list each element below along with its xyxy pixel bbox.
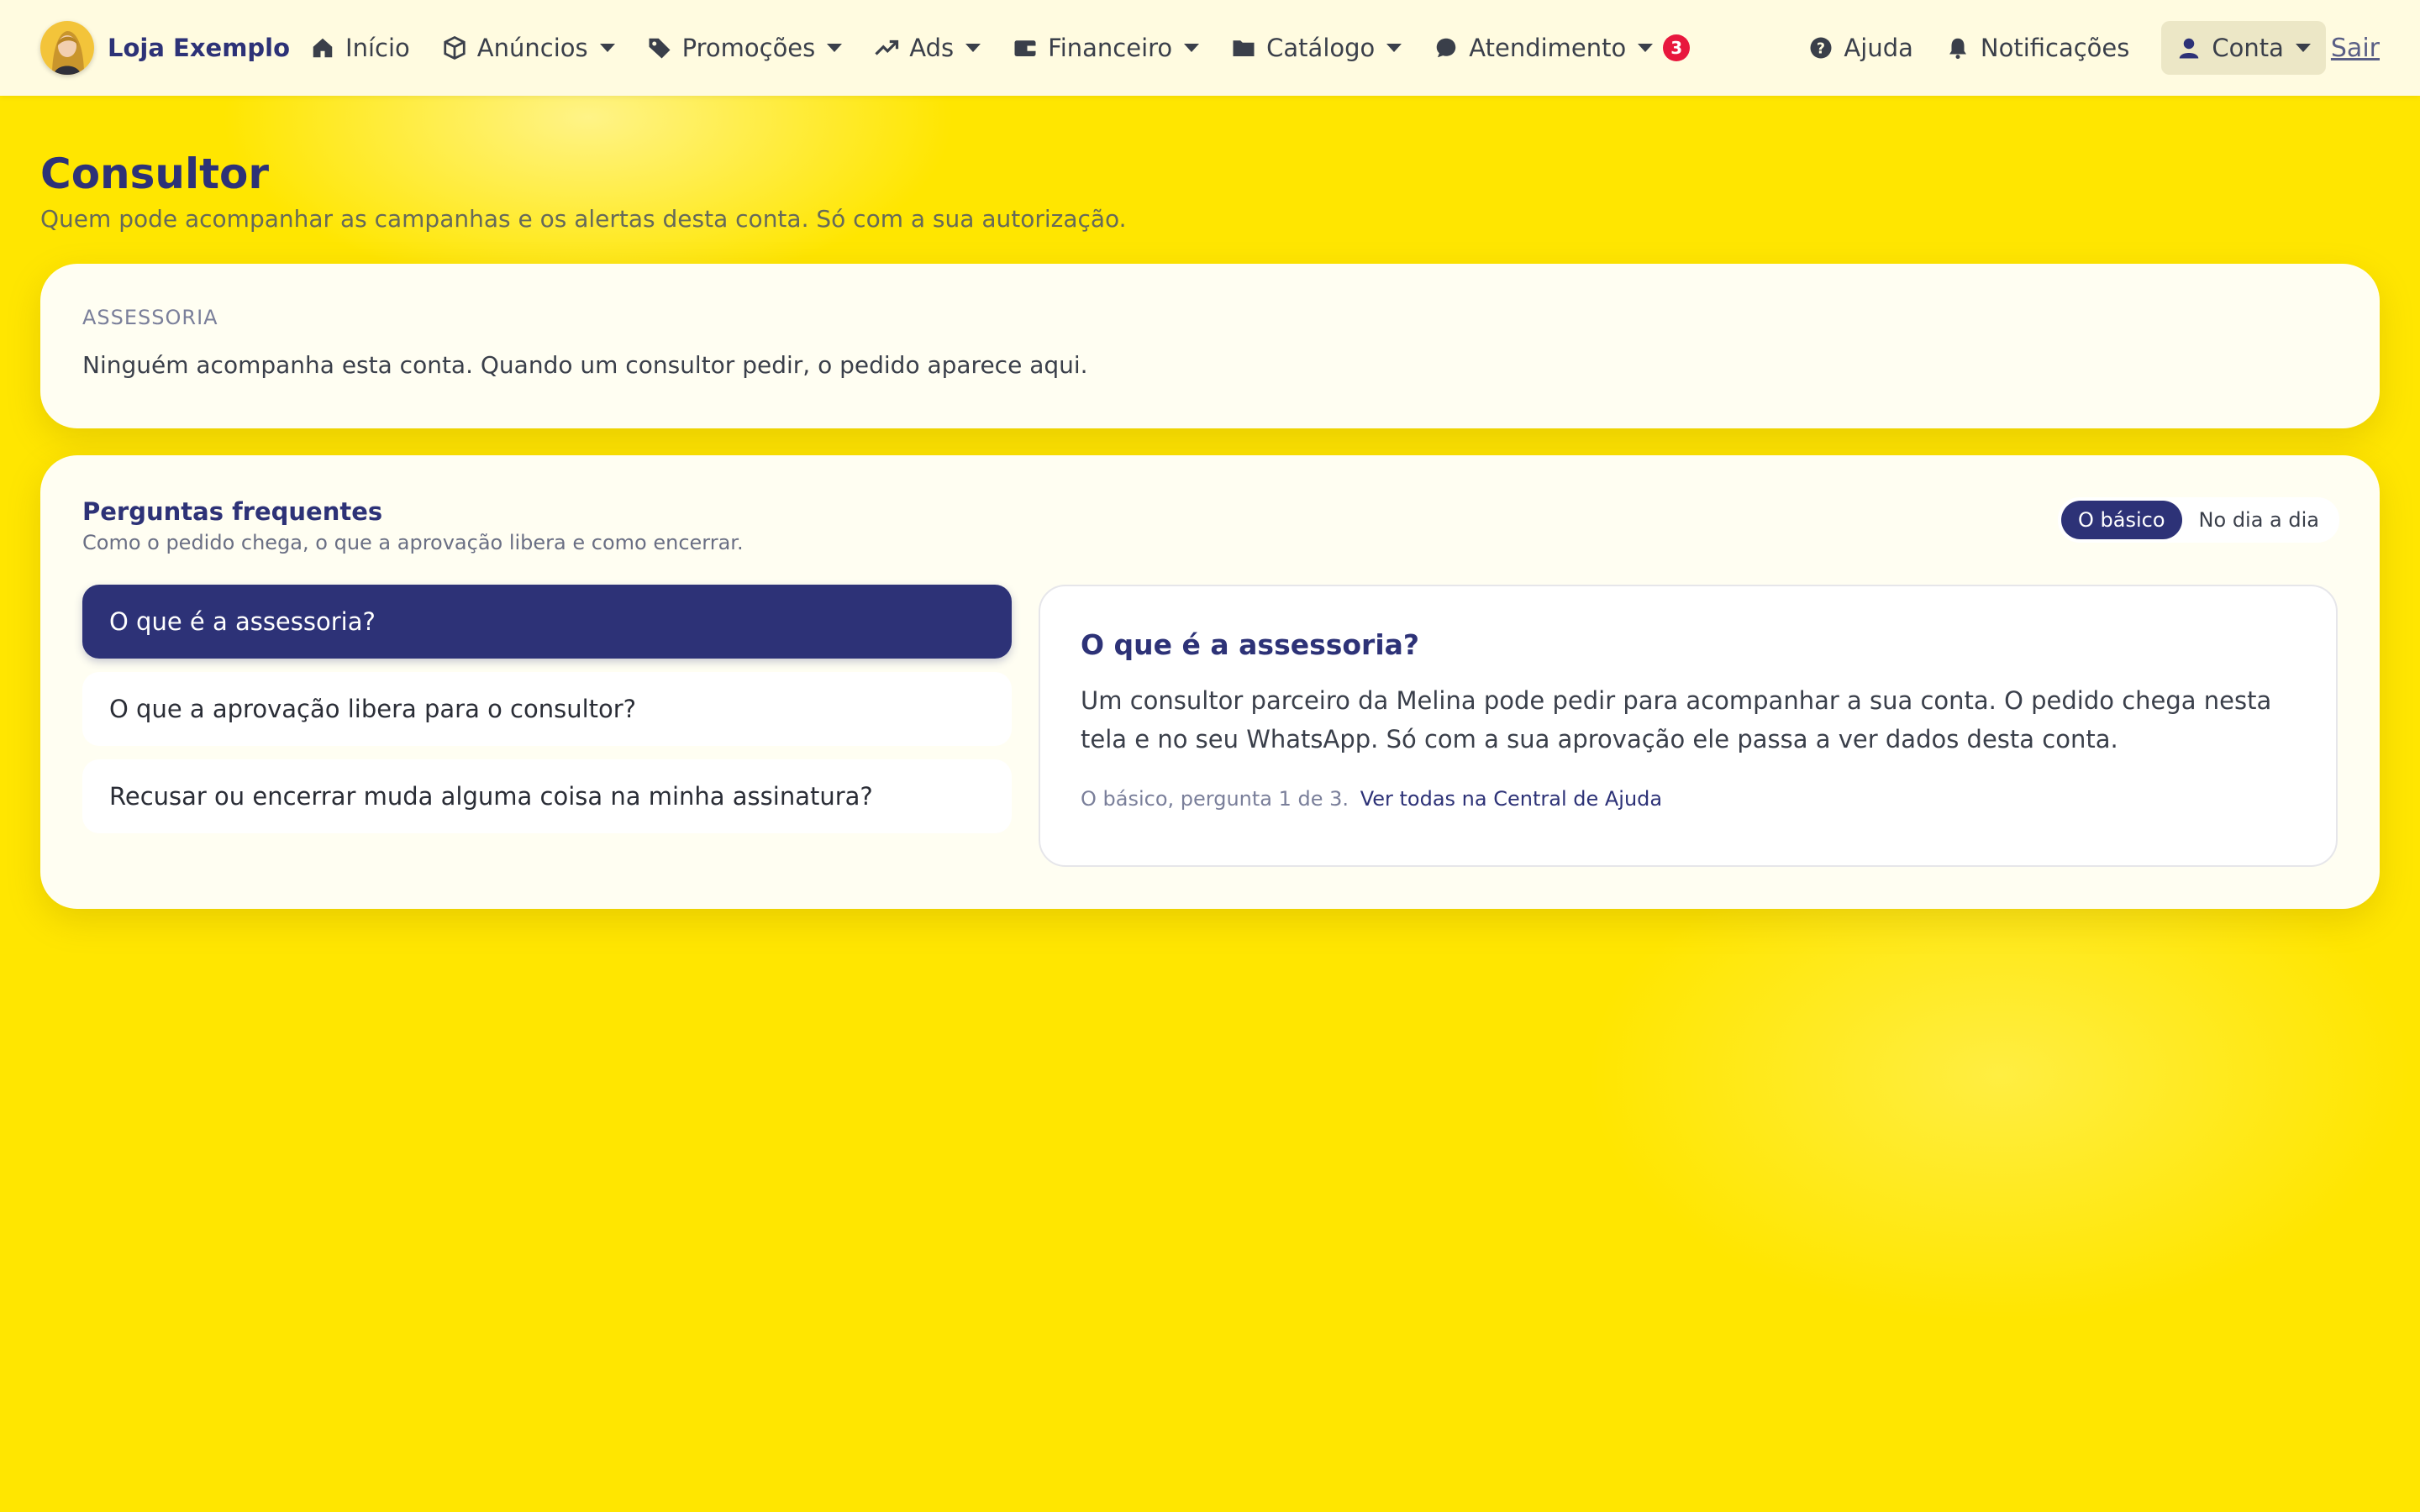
nav-anuncios[interactable]: Anúncios (442, 21, 615, 75)
page-title: Consultor (40, 150, 270, 198)
chevron-down-icon (2295, 44, 2311, 52)
nav-ads-label: Ads (909, 34, 955, 62)
advisory-card: ASSESSORIA Ninguém acompanha esta conta.… (40, 264, 2380, 428)
main-nav: Início Anúncios Promoções Ads Financeiro… (310, 21, 1722, 75)
wallet-icon (1013, 35, 1038, 60)
faq-answer-footer: O básico, pergunta 1 de 3. Ver todas na … (1081, 787, 2296, 811)
account-label: Conta (2212, 34, 2284, 62)
notifications-link[interactable]: Notificações (1945, 21, 2129, 75)
box-icon (442, 35, 467, 60)
chevron-down-icon (965, 44, 981, 52)
tab-no-dia-a-dia[interactable]: No dia a dia (2182, 501, 2336, 539)
faq-answer-panel: O que é a assessoria? Um consultor parce… (1039, 585, 2338, 867)
advisory-eyebrow: ASSESSORIA (82, 306, 218, 329)
help-label: Ajuda (1844, 34, 1913, 62)
page-subtitle: Quem pode acompanhar as campanhas e os a… (40, 205, 1127, 233)
nav-financeiro[interactable]: Financeiro (1013, 21, 1200, 75)
chevron-down-icon (1638, 44, 1654, 52)
nav-right: ? Ajuda Notificações Conta Sair (1808, 21, 2380, 75)
nav-atendimento[interactable]: Atendimento 3 (1434, 21, 1691, 75)
faq-answer-title: O que é a assessoria? (1081, 628, 1420, 661)
faq-answer-progress: O básico, pergunta 1 de 3. (1081, 787, 1349, 811)
user-icon (2176, 35, 2202, 60)
faq-question[interactable]: O que a aprovação libera para o consulto… (82, 672, 1012, 746)
bell-icon (1945, 35, 1970, 60)
chevron-down-icon (599, 44, 615, 52)
chevron-down-icon (1184, 44, 1200, 52)
faq-question[interactable]: Recusar ou encerrar muda alguma coisa na… (82, 759, 1012, 833)
help-center-link[interactable]: Ver todas na Central de Ajuda (1360, 787, 1662, 811)
faq-tab-switch: O básico No dia a dia (2058, 497, 2339, 543)
nav-catalogo-label: Catálogo (1266, 34, 1376, 62)
faq-card: Perguntas frequentes Como o pedido chega… (40, 455, 2380, 909)
tag-icon (647, 35, 672, 60)
faq-subtitle: Como o pedido chega, o que a aprovação l… (82, 531, 744, 554)
trend-up-icon (874, 35, 899, 60)
nav-ads[interactable]: Ads (874, 21, 981, 75)
home-icon (310, 35, 335, 60)
nav-inicio[interactable]: Início (310, 21, 410, 75)
tab-o-basico[interactable]: O básico (2061, 501, 2182, 539)
advisory-message: Ninguém acompanha esta conta. Quando um … (82, 351, 1088, 379)
nav-atendimento-label: Atendimento (1469, 34, 1627, 62)
faq-question-list: O que é a assessoria? O que a aprovação … (82, 585, 1012, 847)
store-name[interactable]: Loja Exemplo (108, 34, 290, 62)
nav-promocoes-label: Promoções (681, 34, 816, 62)
store-avatar[interactable] (40, 21, 94, 75)
notification-count-badge: 3 (1663, 34, 1691, 61)
svg-text:?: ? (1817, 40, 1825, 57)
logout-link[interactable]: Sair (2331, 34, 2380, 63)
faq-question[interactable]: O que é a assessoria? (82, 585, 1012, 659)
top-navbar: Loja Exemplo Início Anúncios Promoções A… (0, 0, 2420, 96)
notifications-label: Notificações (1980, 34, 2130, 62)
chevron-down-icon (827, 44, 843, 52)
help-circle-icon: ? (1808, 35, 1833, 60)
faq-answer-body: Um consultor parceiro da Melina pode ped… (1081, 686, 2272, 753)
nav-anuncios-label: Anúncios (476, 34, 588, 62)
help-link[interactable]: ? Ajuda (1808, 21, 1913, 75)
account-menu[interactable]: Conta (2161, 21, 2326, 75)
nav-inicio-label: Início (345, 34, 410, 62)
chat-icon (1434, 35, 1459, 60)
nav-catalogo[interactable]: Catálogo (1231, 21, 1402, 75)
chevron-down-icon (1386, 44, 1402, 52)
nav-financeiro-label: Financeiro (1048, 34, 1173, 62)
nav-promocoes[interactable]: Promoções (647, 21, 843, 75)
folder-icon (1231, 35, 1256, 60)
faq-title: Perguntas frequentes (82, 497, 383, 526)
